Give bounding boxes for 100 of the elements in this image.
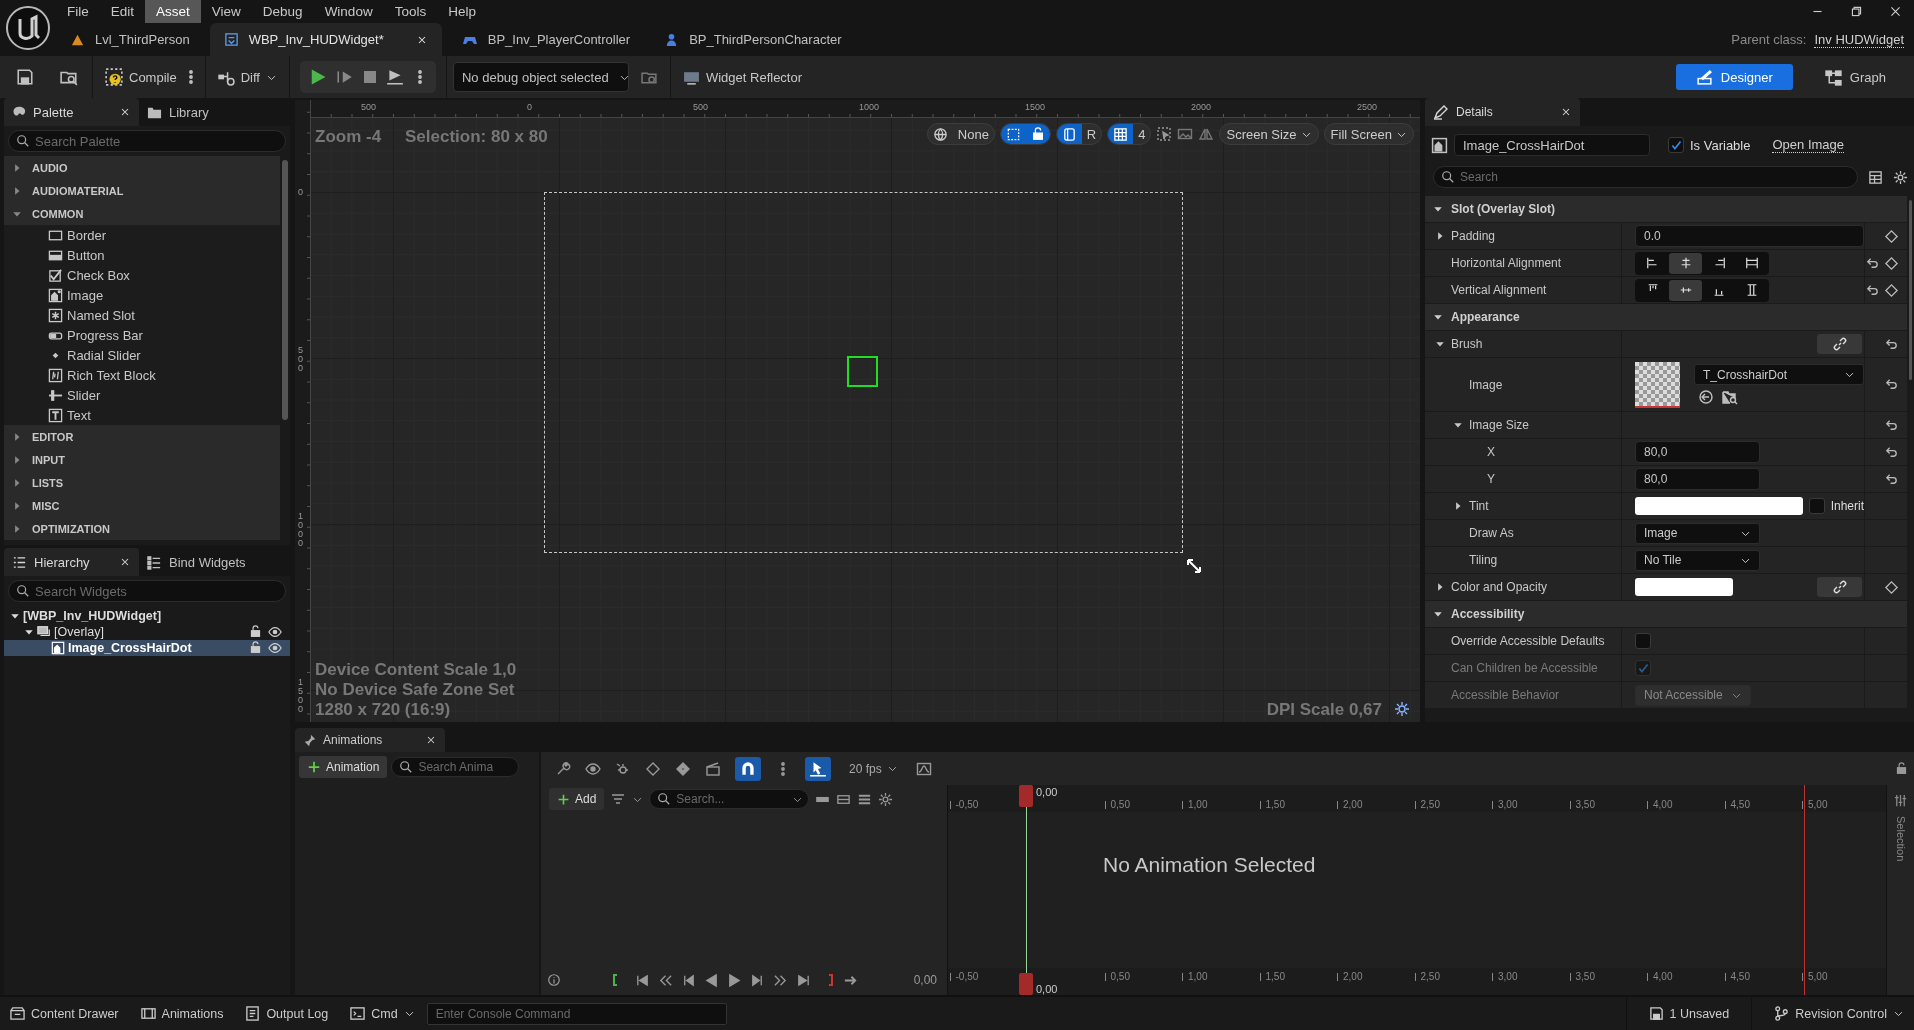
widget-reflector-button[interactable]: Widget Reflector bbox=[676, 62, 809, 92]
dropdown[interactable]: Image bbox=[1635, 522, 1760, 544]
settings-icon[interactable] bbox=[1394, 701, 1410, 717]
section-header[interactable]: Accessibility bbox=[1425, 601, 1907, 628]
playhead-marker[interactable] bbox=[1019, 973, 1033, 995]
curve-editor-icon[interactable] bbox=[915, 760, 932, 777]
expand-arrow-icon[interactable] bbox=[12, 523, 22, 534]
step-back-icon[interactable] bbox=[681, 972, 696, 988]
restore-icon[interactable] bbox=[1850, 5, 1863, 18]
menu-item[interactable]: Tools bbox=[383, 0, 438, 23]
animations-button[interactable]: Animations bbox=[140, 1006, 224, 1021]
palette-category[interactable]: OPTIMIZATION bbox=[4, 517, 280, 540]
expand-arrow-icon[interactable] bbox=[12, 454, 22, 465]
diff-button[interactable]: Diff bbox=[211, 62, 283, 92]
skip-back-icon[interactable] bbox=[635, 972, 650, 988]
search-field[interactable]: Search Anima bbox=[391, 757, 520, 777]
menu-item[interactable]: Asset bbox=[145, 0, 201, 23]
document-tab[interactable]: WBP_Inv_HUDWidget* bbox=[209, 23, 442, 56]
palette-category[interactable]: LISTS bbox=[4, 471, 280, 494]
keyframe-diamond-icon[interactable] bbox=[1884, 228, 1899, 244]
number-field[interactable]: 80,0 bbox=[1635, 441, 1760, 463]
asset-dropdown[interactable]: T_CrosshairDot bbox=[1694, 364, 1864, 385]
revision-control-button[interactable]: Revision Control bbox=[1774, 1006, 1904, 1021]
panel-tab[interactable]: Palette bbox=[4, 98, 139, 126]
frame-rate-dropdown[interactable]: 20 fps bbox=[845, 756, 902, 781]
document-tab[interactable]: BP_ThirdPersonCharacter bbox=[650, 23, 856, 56]
collapse-arrow-icon[interactable] bbox=[1433, 609, 1443, 619]
collapse-arrow-icon[interactable] bbox=[10, 611, 20, 621]
add-track-button[interactable]: Add bbox=[549, 788, 605, 810]
step-forward-icon[interactable] bbox=[750, 972, 765, 988]
expand-arrow-icon[interactable] bbox=[12, 185, 22, 196]
keyframe-diamond-icon[interactable] bbox=[1884, 255, 1899, 271]
section-header[interactable]: Slot (Overlay Slot) bbox=[1425, 196, 1907, 223]
compile-button[interactable]: Compile bbox=[99, 62, 183, 92]
link-button[interactable] bbox=[1817, 334, 1862, 354]
snap-toggle[interactable] bbox=[735, 756, 761, 781]
wrench-icon[interactable] bbox=[555, 760, 571, 777]
console-input[interactable]: Enter Console Command bbox=[426, 1002, 727, 1025]
settings-icon[interactable] bbox=[1893, 169, 1908, 185]
alignment-option[interactable] bbox=[1669, 279, 1702, 301]
filter-icon[interactable] bbox=[610, 791, 627, 807]
palette-category[interactable]: MISC bbox=[4, 494, 280, 517]
expand-arrow-icon[interactable] bbox=[12, 162, 22, 173]
scrollbar-thumb[interactable] bbox=[1909, 200, 1912, 380]
add-animation-button[interactable]: Animation bbox=[299, 756, 388, 778]
playhead-marker[interactable] bbox=[1019, 785, 1033, 807]
reset-arrow-icon[interactable] bbox=[1884, 377, 1899, 392]
palette-category[interactable]: AUDIO bbox=[4, 156, 280, 179]
use-asset-icon[interactable] bbox=[1698, 389, 1714, 405]
hierarchy-row[interactable]: [WBP_Inv_HUDWidget] bbox=[4, 608, 290, 624]
key-tag-icon[interactable] bbox=[675, 760, 691, 777]
eye-icon[interactable] bbox=[585, 760, 601, 777]
browse-folder-icon[interactable] bbox=[1722, 389, 1738, 405]
cmd-dropdown[interactable]: Cmd bbox=[350, 1006, 415, 1021]
collapse-arrow-icon[interactable] bbox=[1433, 204, 1443, 214]
document-tab[interactable]: Lvl_ThirdPerson bbox=[56, 23, 204, 56]
side-tab[interactable]: Selection bbox=[1894, 816, 1907, 862]
panel-tab[interactable]: Details bbox=[1425, 98, 1580, 126]
eye-icon[interactable] bbox=[268, 625, 282, 639]
menu-item[interactable]: Edit bbox=[99, 0, 146, 23]
close-icon[interactable] bbox=[119, 556, 131, 568]
palette-category[interactable]: AUDIOMATERIAL bbox=[4, 179, 280, 202]
expand-arrow-icon[interactable] bbox=[12, 477, 22, 488]
collapse-arrow-icon[interactable] bbox=[1433, 312, 1443, 322]
mirror-icon[interactable] bbox=[1198, 126, 1215, 142]
collapse-arrow-icon[interactable] bbox=[1435, 339, 1445, 349]
settings-icon[interactable] bbox=[878, 791, 894, 807]
padlock-icon[interactable] bbox=[249, 641, 262, 654]
palette-category[interactable]: INPUT bbox=[4, 448, 280, 471]
hierarchy-row[interactable]: [Overlay] bbox=[4, 624, 290, 640]
step-icon[interactable] bbox=[335, 68, 354, 86]
is-variable-checkbox[interactable] bbox=[1668, 137, 1684, 153]
expand-arrow-icon[interactable] bbox=[12, 500, 22, 511]
toolbar-toggle[interactable] bbox=[1108, 124, 1134, 144]
hierarchy-row[interactable]: Image_CrossHairDot bbox=[4, 640, 290, 656]
color-swatch[interactable] bbox=[1635, 578, 1733, 596]
padlock-icon[interactable] bbox=[249, 625, 262, 638]
scrollbar-thumb[interactable] bbox=[282, 160, 288, 420]
debug-object-dropdown[interactable]: No debug object selected bbox=[452, 62, 629, 92]
number-field[interactable]: 80,0 bbox=[1635, 468, 1760, 490]
stop-icon[interactable] bbox=[361, 69, 378, 85]
dropdown[interactable]: No Tile bbox=[1635, 549, 1760, 571]
close-icon[interactable] bbox=[1889, 5, 1902, 18]
fill-screen-dropdown[interactable]: Fill Screen bbox=[1323, 123, 1414, 145]
search-field[interactable]: Search Palette bbox=[8, 130, 286, 152]
expand-arrow-icon[interactable] bbox=[1435, 582, 1445, 592]
selected-widget-outline[interactable] bbox=[847, 356, 878, 387]
document-tab[interactable]: BP_Inv_PlayerController bbox=[447, 23, 645, 56]
palette-category[interactable]: EDITOR bbox=[4, 425, 280, 448]
collapse-arrow-icon[interactable] bbox=[24, 627, 34, 637]
panel-tab[interactable]: Bind Widgets bbox=[139, 548, 279, 576]
close-icon[interactable] bbox=[425, 734, 437, 746]
picture-icon[interactable] bbox=[1177, 126, 1194, 142]
output-log-button[interactable]: Output Log bbox=[245, 1006, 329, 1021]
checkbox[interactable] bbox=[1808, 498, 1825, 514]
skip-forward-icon[interactable] bbox=[796, 972, 811, 988]
clapper-icon[interactable] bbox=[705, 760, 721, 777]
menu-item[interactable]: Debug bbox=[251, 0, 314, 23]
unsaved-button[interactable]: 1 Unsaved bbox=[1648, 1006, 1730, 1021]
text-field[interactable]: 0.0 bbox=[1635, 225, 1864, 247]
